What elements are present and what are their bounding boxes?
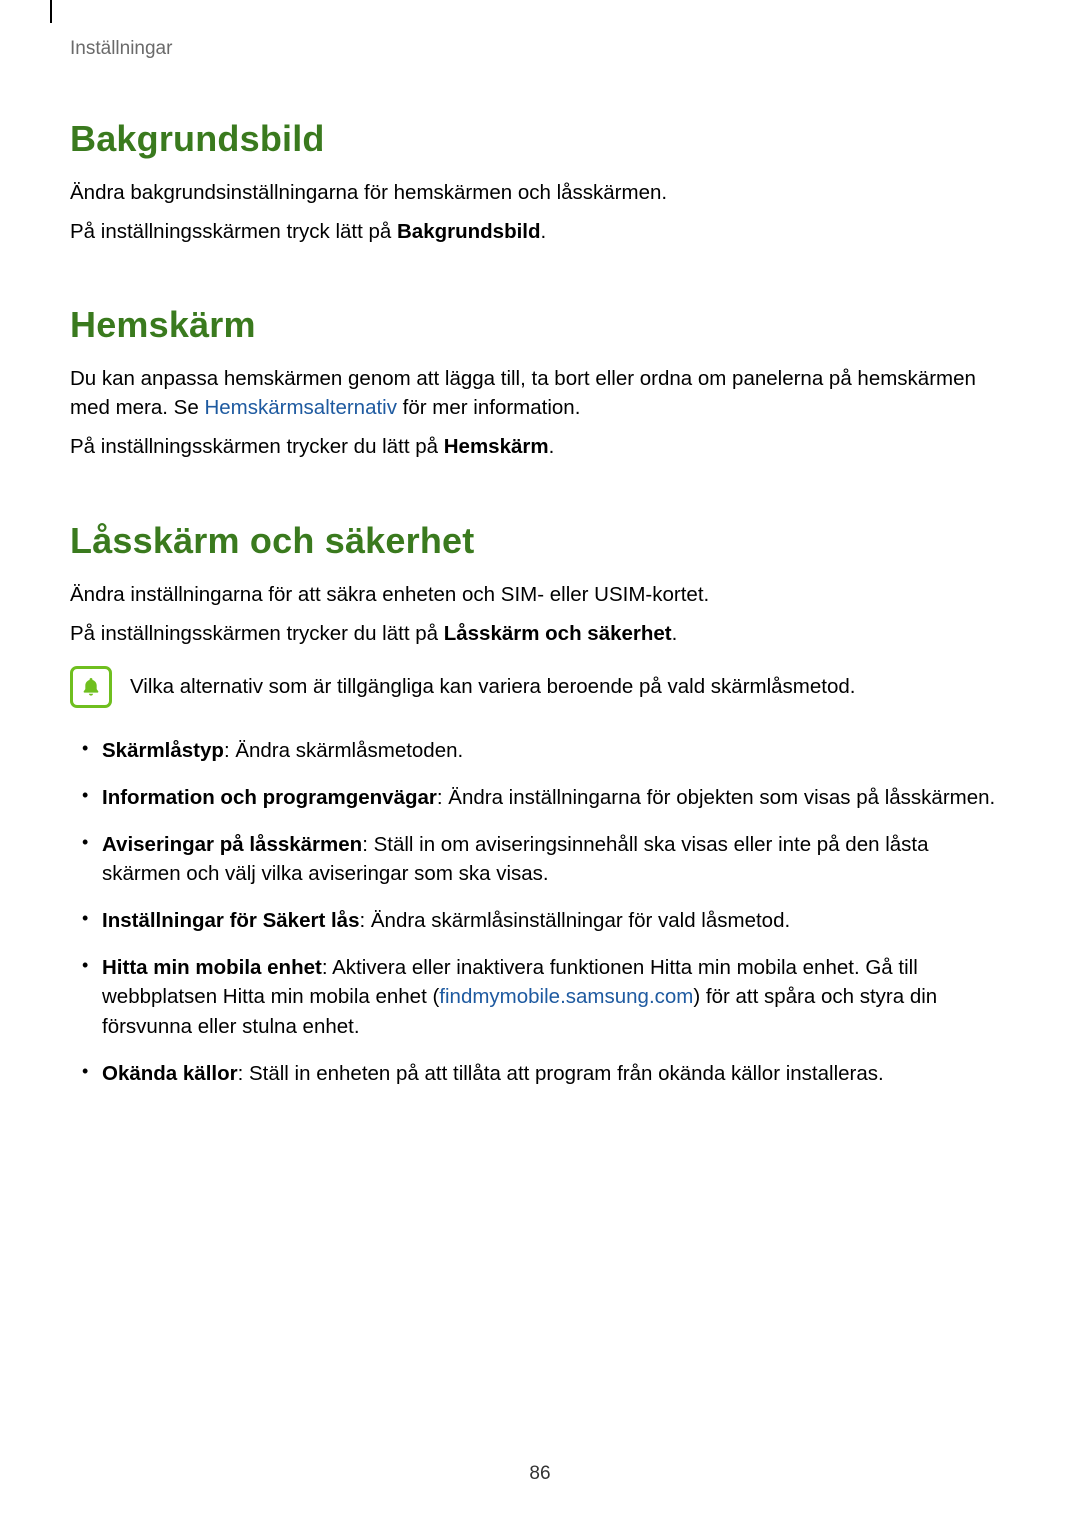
list-item: Aviseringar på låsskärmen: Ställ in om a…	[102, 830, 1010, 888]
body-text: På inställningsskärmen tryck lätt på Bak…	[70, 217, 1010, 246]
text-fragment: .	[672, 622, 678, 645]
link-hemskarmsalternativ[interactable]: Hemskärmsalternativ	[204, 396, 397, 419]
bold-term: Hemskärm	[444, 435, 549, 458]
link-findmymobile[interactable]: findmymobile.samsung.com	[439, 985, 693, 1008]
bold-term: Bakgrundsbild	[397, 220, 541, 243]
breadcrumb: Inställningar	[70, 38, 1010, 60]
body-text: Ändra bakgrundsinställningarna för hemsk…	[70, 178, 1010, 207]
text-fragment: : Ändra skärmlåsmetoden.	[224, 739, 463, 762]
text-fragment: för mer information.	[397, 396, 580, 419]
text-fragment: : Ställ in enheten på att tillåta att pr…	[238, 1062, 884, 1085]
bold-term: Hitta min mobila enhet	[102, 956, 322, 979]
bold-term: Aviseringar på låsskärmen	[102, 833, 362, 856]
bold-term: Inställningar för Säkert lås	[102, 909, 359, 932]
heading-bakgrundsbild: Bakgrundsbild	[70, 118, 1010, 160]
bullet-list: Skärmlåstyp: Ändra skärmlåsmetoden. Info…	[70, 736, 1010, 1088]
body-text: På inställningsskärmen trycker du lätt p…	[70, 432, 1010, 461]
heading-lasskarm: Låsskärm och säkerhet	[70, 520, 1010, 562]
body-text: Ändra inställningarna för att säkra enhe…	[70, 580, 1010, 609]
note-callout: Vilka alternativ som är tillgängliga kan…	[70, 666, 1010, 708]
page-number: 86	[0, 1463, 1080, 1485]
heading-hemskarm: Hemskärm	[70, 304, 1010, 346]
text-fragment: På inställningsskärmen tryck lätt på	[70, 220, 397, 243]
list-item: Okända källor: Ställ in enheten på att t…	[102, 1059, 1010, 1088]
list-item: Skärmlåstyp: Ändra skärmlåsmetoden.	[102, 736, 1010, 765]
top-rule	[50, 0, 52, 23]
text-fragment: På inställningsskärmen trycker du lätt p…	[70, 435, 444, 458]
document-page: Inställningar Bakgrundsbild Ändra bakgru…	[0, 0, 1080, 1088]
text-fragment: På inställningsskärmen trycker du lätt p…	[70, 622, 444, 645]
list-item: Inställningar för Säkert lås: Ändra skär…	[102, 906, 1010, 935]
text-fragment: : Ändra skärmlåsinställningar för vald l…	[359, 909, 790, 932]
bold-term: Skärmlåstyp	[102, 739, 224, 762]
note-text: Vilka alternativ som är tillgängliga kan…	[130, 672, 855, 701]
text-fragment: .	[541, 220, 547, 243]
bold-term: Information och programgenvägar	[102, 786, 437, 809]
bold-term: Okända källor	[102, 1062, 238, 1085]
text-fragment: : Ändra inställningarna för objekten som…	[437, 786, 995, 809]
body-text: På inställningsskärmen trycker du lätt p…	[70, 619, 1010, 648]
bell-icon	[70, 666, 112, 708]
list-item: Hitta min mobila enhet: Aktivera eller i…	[102, 953, 1010, 1040]
bold-term: Låsskärm och säkerhet	[444, 622, 672, 645]
list-item: Information och programgenvägar: Ändra i…	[102, 783, 1010, 812]
body-text: Du kan anpassa hemskärmen genom att lägg…	[70, 364, 1010, 422]
text-fragment: .	[549, 435, 555, 458]
